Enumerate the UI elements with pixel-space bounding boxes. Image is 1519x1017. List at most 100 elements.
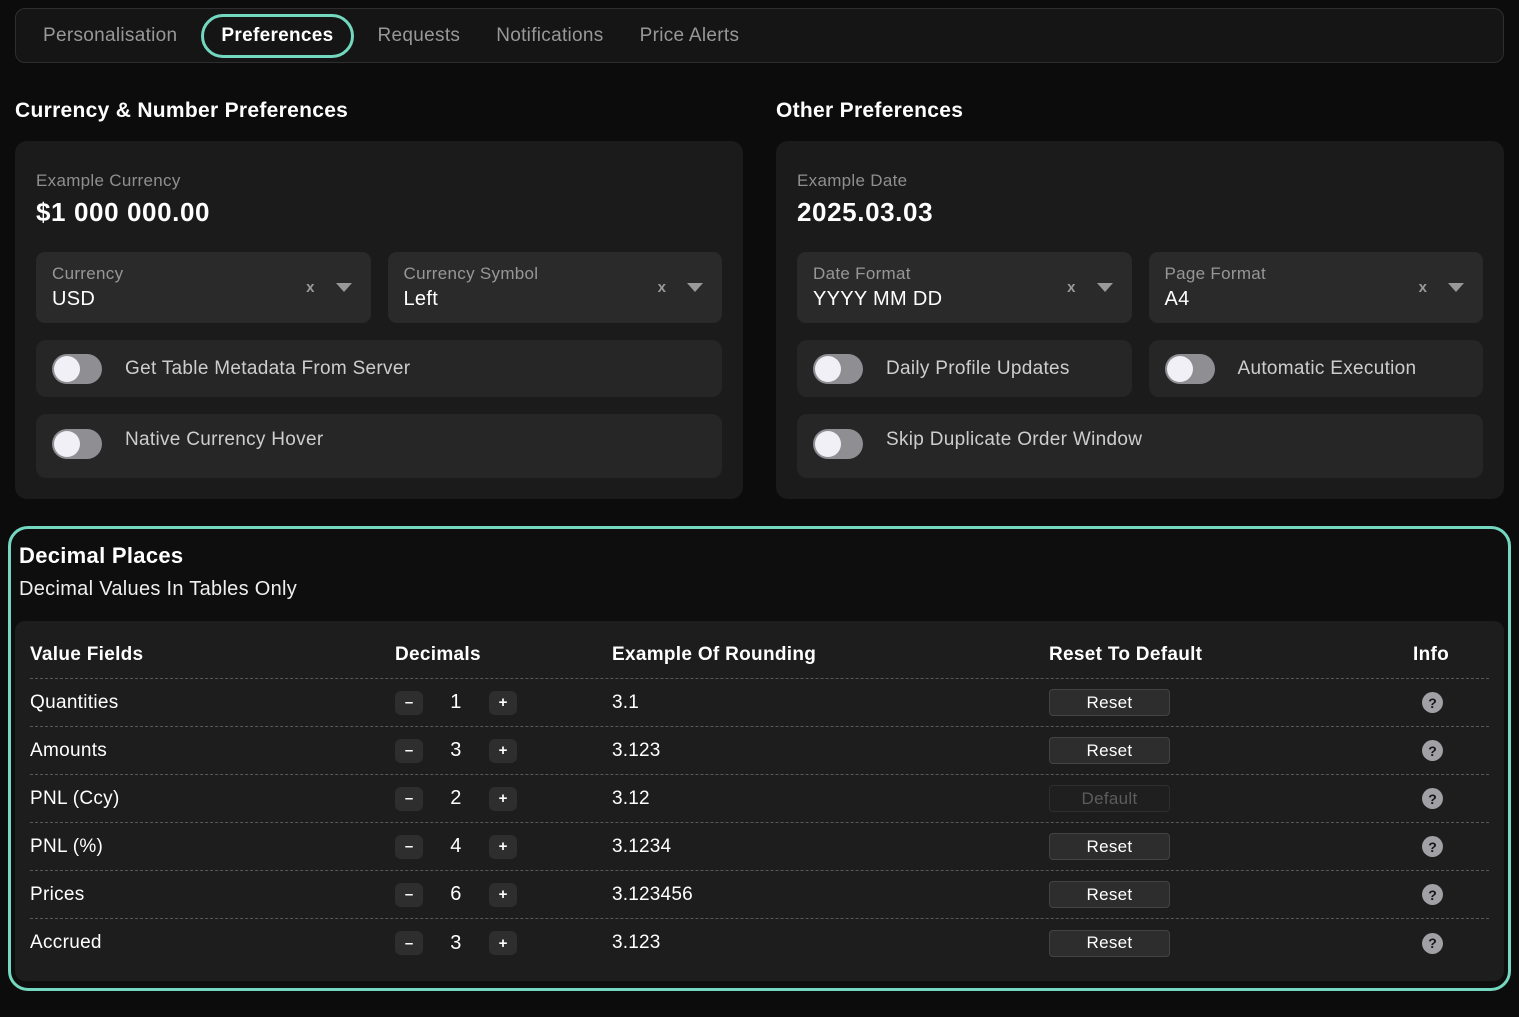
table-metadata-toggle[interactable] [52, 354, 102, 384]
table-row-accrued: Accrued – 3 + 3.123 Reset ? [30, 919, 1489, 967]
clear-icon[interactable]: x [306, 280, 314, 295]
tab-requests[interactable]: Requests [360, 13, 479, 59]
info-icon[interactable]: ? [1422, 884, 1443, 905]
currency-number-section: Currency & Number Preferences Example Cu… [15, 85, 743, 499]
stepper-plus-button[interactable]: + [489, 883, 517, 907]
col-header-value-fields: Value Fields [30, 644, 395, 666]
col-header-example-of-rounding: Example Of Rounding [612, 644, 1049, 666]
automatic-execution-toggle[interactable] [1165, 354, 1215, 384]
decimals-value: 4 [423, 835, 489, 858]
stepper-minus-button[interactable]: – [395, 787, 423, 811]
decimal-places-title: Decimal Places [19, 543, 1504, 569]
info-icon[interactable]: ? [1422, 788, 1443, 809]
reset-button[interactable]: Reset [1049, 689, 1170, 716]
currency-symbol-select[interactable]: Currency Symbol Left x [388, 252, 723, 323]
stepper-plus-button[interactable]: + [489, 835, 517, 859]
page-format-select-label: Page Format [1165, 264, 1267, 284]
table-row-prices: Prices – 6 + 3.123456 Reset ? [30, 871, 1489, 919]
decimals-value: 3 [423, 739, 489, 762]
decimals-value: 6 [423, 883, 489, 906]
skip-duplicate-order-toggle[interactable] [813, 429, 863, 459]
table-header-row: Value Fields Decimals Example Of Roundin… [30, 627, 1489, 679]
tab-price-alerts[interactable]: Price Alerts [622, 13, 758, 59]
stepper-plus-button[interactable]: + [489, 931, 517, 955]
decimal-places-subtitle: Decimal Values In Tables Only [19, 578, 1504, 601]
tab-notifications[interactable]: Notifications [478, 13, 621, 59]
tab-bar: Personalisation Preferences Requests Not… [15, 8, 1504, 63]
daily-profile-updates-toggle[interactable] [813, 354, 863, 384]
toggle-row-automatic-execution: Automatic Execution [1149, 340, 1484, 397]
table-row-quantities: Quantities – 1 + 3.1 Reset ? [30, 679, 1489, 727]
info-icon[interactable]: ? [1422, 933, 1443, 954]
other-fields-row: Date Format YYYY MM DD x Page Format A4 … [797, 252, 1483, 323]
col-header-decimals: Decimals [395, 644, 612, 666]
chevron-down-icon[interactable] [687, 283, 703, 292]
example-date-value: 2025.03.03 [797, 197, 1483, 228]
rounding-example: 3.123 [612, 740, 1049, 762]
page-format-select[interactable]: Page Format A4 x [1149, 252, 1484, 323]
stepper-minus-button[interactable]: – [395, 931, 423, 955]
toggle-knob [54, 356, 80, 382]
stepper-plus-button[interactable]: + [489, 787, 517, 811]
currency-fields-row: Currency USD x Currency Symbol Left x [36, 252, 722, 323]
currency-select-value: USD [52, 288, 123, 311]
decimal-places-section: Decimal Places Decimal Values In Tables … [8, 526, 1511, 991]
reset-button[interactable]: Reset [1049, 930, 1170, 957]
tab-personalisation[interactable]: Personalisation [25, 13, 195, 59]
toggle-label: Skip Duplicate Order Window [886, 429, 1142, 451]
currency-symbol-select-value: Left [404, 288, 539, 311]
rounding-example: 3.12 [612, 788, 1049, 810]
other-section-title: Other Preferences [776, 99, 1504, 123]
info-icon[interactable]: ? [1422, 836, 1443, 857]
date-format-select-value: YYYY MM DD [813, 288, 942, 311]
currency-symbol-select-label: Currency Symbol [404, 264, 539, 284]
stepper-plus-button[interactable]: + [489, 691, 517, 715]
stepper-minus-button[interactable]: – [395, 691, 423, 715]
info-icon[interactable]: ? [1422, 740, 1443, 761]
decimals-stepper: – 3 + [395, 739, 612, 763]
col-header-reset-to-default: Reset To Default [1049, 644, 1413, 666]
value-field-label: PNL (%) [30, 836, 395, 858]
toggle-label: Automatic Execution [1238, 358, 1417, 380]
clear-icon[interactable]: x [1067, 280, 1075, 295]
col-header-info: Info [1413, 644, 1489, 666]
preferences-content: Currency & Number Preferences Example Cu… [0, 85, 1519, 499]
reset-button[interactable]: Reset [1049, 881, 1170, 908]
reset-button[interactable]: Reset [1049, 833, 1170, 860]
clear-icon[interactable]: x [658, 280, 666, 295]
value-field-label: Quantities [30, 692, 395, 714]
table-row-amounts: Amounts – 3 + 3.123 Reset ? [30, 727, 1489, 775]
chevron-down-icon[interactable] [1097, 283, 1113, 292]
native-currency-hover-toggle[interactable] [52, 429, 102, 459]
reset-button[interactable]: Reset [1049, 737, 1170, 764]
chevron-down-icon[interactable] [336, 283, 352, 292]
chevron-down-icon[interactable] [1448, 283, 1464, 292]
toggle-knob [815, 356, 841, 382]
toggle-label: Daily Profile Updates [886, 358, 1070, 380]
stepper-minus-button[interactable]: – [395, 835, 423, 859]
other-card: Example Date 2025.03.03 Date Format YYYY… [776, 141, 1504, 499]
toggle-pair-row: Daily Profile Updates Automatic Executio… [797, 323, 1483, 397]
decimals-value: 2 [423, 787, 489, 810]
date-format-select[interactable]: Date Format YYYY MM DD x [797, 252, 1132, 323]
toggle-knob [1167, 356, 1193, 382]
value-field-label: Accrued [30, 932, 395, 954]
rounding-example: 3.1 [612, 692, 1049, 714]
stepper-minus-button[interactable]: – [395, 883, 423, 907]
toggle-row-skip-duplicate-order: Skip Duplicate Order Window [797, 414, 1483, 478]
table-row-pnl-ccy: PNL (Ccy) – 2 + 3.12 Default ? [30, 775, 1489, 823]
currency-section-title: Currency & Number Preferences [15, 99, 743, 123]
tab-preferences[interactable]: Preferences [201, 14, 353, 58]
decimals-stepper: – 6 + [395, 883, 612, 907]
decimal-places-table: Value Fields Decimals Example Of Roundin… [15, 621, 1504, 981]
info-icon[interactable]: ? [1422, 692, 1443, 713]
stepper-minus-button[interactable]: – [395, 739, 423, 763]
toggle-label: Native Currency Hover [125, 429, 323, 451]
other-preferences-section: Other Preferences Example Date 2025.03.0… [776, 85, 1504, 499]
decimals-stepper: – 1 + [395, 691, 612, 715]
toggle-row-table-metadata: Get Table Metadata From Server [36, 340, 722, 397]
toggle-row-daily-profile-updates: Daily Profile Updates [797, 340, 1132, 397]
clear-icon[interactable]: x [1419, 280, 1427, 295]
currency-select[interactable]: Currency USD x [36, 252, 371, 323]
stepper-plus-button[interactable]: + [489, 739, 517, 763]
